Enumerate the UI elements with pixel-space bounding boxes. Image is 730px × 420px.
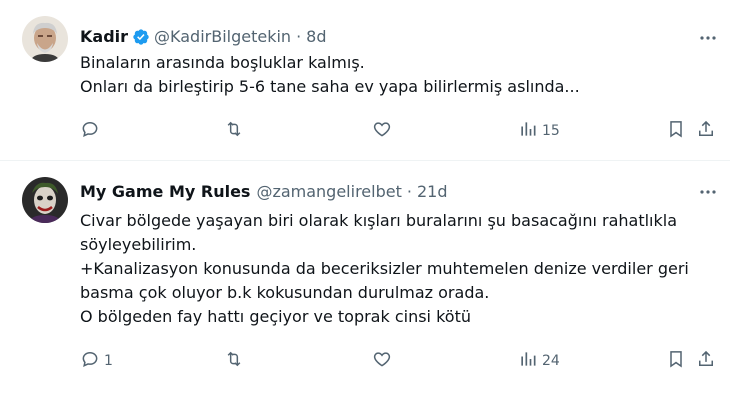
handle[interactable]: @zamangelirelbet <box>256 182 401 201</box>
tweet-line: Onları da birleştirip 5-6 tane saha ev y… <box>80 77 580 96</box>
views-count: 24 <box>542 353 560 369</box>
tweet[interactable]: My Game My Rules @zamangelirelbet · 21d … <box>0 161 730 419</box>
bookmark-icon <box>666 119 686 143</box>
more-icon[interactable] <box>696 28 720 48</box>
reply-count: 1 <box>104 353 113 369</box>
tweet-line: Civar bölgede yaşayan biri olarak kışlar… <box>80 211 678 230</box>
like-button[interactable] <box>372 119 396 143</box>
avatar[interactable] <box>22 177 68 223</box>
share-button[interactable] <box>696 349 716 373</box>
display-name[interactable]: Kadir <box>80 27 128 46</box>
views-icon <box>518 349 538 373</box>
bookmark-button[interactable] <box>666 119 686 143</box>
verified-badge-icon <box>132 28 150 46</box>
separator: · <box>296 27 302 46</box>
retweet-button[interactable] <box>224 349 248 373</box>
more-icon[interactable] <box>696 182 720 202</box>
timestamp[interactable]: 8d <box>306 27 326 46</box>
tweet-line: basma çok oluyor b.k kokusundan durulmaz… <box>80 283 490 302</box>
views-button[interactable]: 15 <box>518 119 560 143</box>
tweet-line: +Kanalizasyon konusunda da beceriksizler… <box>80 259 689 278</box>
action-bar: 15 <box>80 119 720 143</box>
views-count: 15 <box>542 123 560 139</box>
bookmark-button[interactable] <box>666 349 686 373</box>
like-icon <box>372 349 392 373</box>
bookmark-icon <box>666 349 686 373</box>
action-bar: 1 24 <box>80 349 720 373</box>
tweet-text: Civar bölgede yaşayan biri olarak kışlar… <box>80 209 710 329</box>
tweet-header: Kadir @KadirBilgetekin · 8d <box>80 27 327 46</box>
timestamp[interactable]: 21d <box>417 182 448 201</box>
reply-icon <box>80 119 100 143</box>
tweet-header: My Game My Rules @zamangelirelbet · 21d <box>80 182 447 201</box>
retweet-icon <box>224 119 244 143</box>
reply-button[interactable] <box>80 119 104 143</box>
share-button[interactable] <box>696 119 716 143</box>
views-icon <box>518 119 538 143</box>
display-name[interactable]: My Game My Rules <box>80 182 250 201</box>
reply-icon <box>80 349 100 373</box>
tweet-text: Binaların arasında boşluklar kalmış. Onl… <box>80 51 710 99</box>
reply-button[interactable]: 1 <box>80 349 113 373</box>
like-icon <box>372 119 392 143</box>
retweet-icon <box>224 349 244 373</box>
handle[interactable]: @KadirBilgetekin <box>154 27 291 46</box>
retweet-button[interactable] <box>224 119 248 143</box>
tweet[interactable]: Kadir @KadirBilgetekin · 8d Binaların ar… <box>0 0 730 161</box>
share-icon <box>696 119 716 143</box>
separator: · <box>406 182 412 201</box>
views-button[interactable]: 24 <box>518 349 560 373</box>
like-button[interactable] <box>372 349 396 373</box>
tweet-line: söyleyebilirim. <box>80 235 197 254</box>
share-icon <box>696 349 716 373</box>
avatar[interactable] <box>22 16 68 62</box>
tweet-line: Binaların arasında boşluklar kalmış. <box>80 53 365 72</box>
tweet-line: O bölgeden fay hattı geçiyor ve toprak c… <box>80 307 471 326</box>
